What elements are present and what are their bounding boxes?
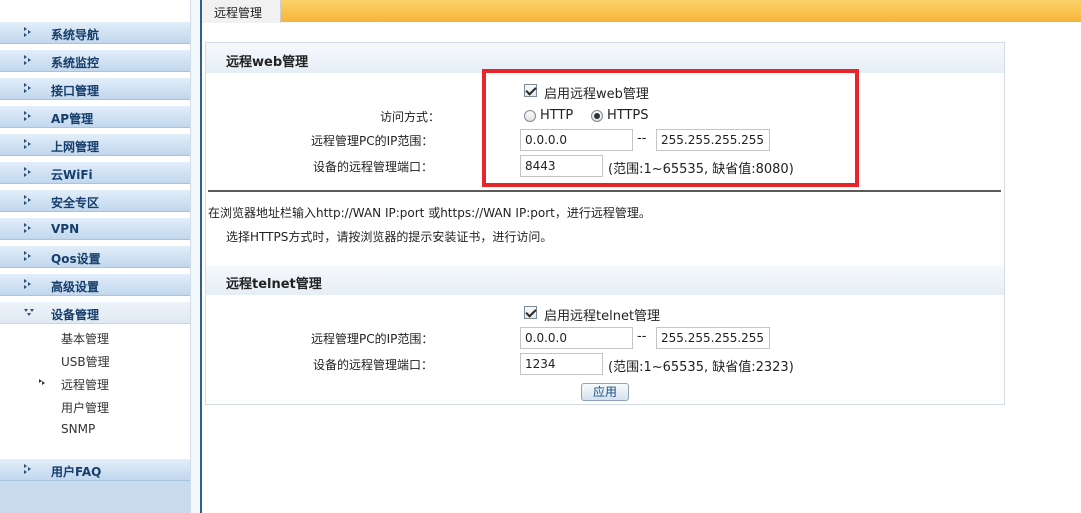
- access-mode-label: 访问方式：: [380, 110, 441, 124]
- sidebar-item-label: 用户FAQ: [51, 465, 102, 479]
- note-line-2: 选择HTTPS方式时，请按浏览器的提示安装证书，进行访问。: [226, 230, 553, 244]
- sidebar-item-label: 系统导航: [51, 28, 100, 42]
- sidebar-subitem-snmp[interactable]: SNMP: [61, 422, 95, 436]
- ip-range-label: 远程管理PC的IP范围：: [311, 134, 434, 148]
- expand-arrow-icon: [24, 464, 34, 475]
- enable-telnet-checkbox[interactable]: [524, 306, 537, 319]
- sidebar-item-label: 安全专区: [51, 196, 100, 210]
- apply-button[interactable]: 应用: [581, 383, 629, 401]
- sidebar-item-qos[interactable]: Qos设置: [0, 246, 190, 268]
- sidebar-item-device[interactable]: 设备管理: [0, 302, 190, 324]
- sidebar-subitem-remote[interactable]: 远程管理: [61, 376, 109, 393]
- tab-bar: [202, 0, 1081, 22]
- port-label: 设备的远程管理端口：: [313, 358, 434, 372]
- tab-label: 远程管理: [214, 6, 263, 20]
- sidebar-item-label: AP管理: [51, 112, 94, 126]
- sidebar-item-label: 接口管理: [51, 84, 100, 98]
- telnet-port-input[interactable]: [520, 353, 603, 375]
- sidebar-item-label: VPN: [51, 222, 80, 236]
- sidebar-subitem-basic[interactable]: 基本管理: [61, 330, 109, 347]
- port-label: 设备的远程管理端口：: [313, 160, 434, 174]
- expand-arrow-icon: [24, 251, 34, 262]
- current-arrow-icon: [39, 379, 45, 387]
- highlight-box: [482, 69, 859, 187]
- section-header-telnet: 远程telnet管理: [206, 265, 1004, 295]
- sidebar-item-advanced[interactable]: 高级设置: [0, 274, 190, 296]
- sidebar-item-label: 设备管理: [51, 308, 100, 322]
- expand-arrow-icon: [24, 223, 34, 234]
- enable-telnet-label: 启用远程telnet管理: [544, 309, 661, 324]
- sidebar-item-cloud-wifi[interactable]: 云WiFi: [0, 162, 190, 184]
- sidebar-item-ap[interactable]: AP管理: [0, 106, 190, 128]
- sidebar-item-label: 高级设置: [51, 280, 100, 294]
- telnet-ip-end-input[interactable]: [656, 327, 770, 349]
- section-title: 远程web管理: [226, 55, 309, 70]
- expand-arrow-icon: [24, 195, 34, 206]
- sidebar-item-system-nav[interactable]: 系统导航: [0, 22, 190, 44]
- expand-arrow-icon: [24, 167, 34, 178]
- sidebar-bottom: [0, 481, 190, 513]
- collapse-arrow-icon: [24, 307, 34, 318]
- ip-range-label: 远程管理PC的IP范围：: [311, 332, 434, 346]
- sidebar-item-interface[interactable]: 接口管理: [0, 78, 190, 100]
- expand-arrow-icon: [24, 111, 34, 122]
- sidebar-item-system-monitor[interactable]: 系统监控: [0, 50, 190, 72]
- sidebar-divider: [200, 0, 202, 513]
- sidebar-item-label: 系统监控: [51, 56, 100, 70]
- sidebar-item-internet[interactable]: 上网管理: [0, 134, 190, 156]
- expand-arrow-icon: [24, 55, 34, 66]
- sidebar-strip: [190, 0, 200, 513]
- expand-arrow-icon: [24, 139, 34, 150]
- range-separator: --: [637, 329, 647, 344]
- telnet-ip-start-input[interactable]: [520, 327, 633, 349]
- note-line-1: 在浏览器地址栏输入http://WAN IP:port 或https://WAN…: [208, 206, 651, 220]
- port-hint: (范围:1~65535, 缺省值:2323): [608, 360, 794, 375]
- sidebar-subitem-users[interactable]: 用户管理: [61, 399, 109, 416]
- sidebar-item-faq[interactable]: 用户FAQ: [0, 459, 190, 481]
- sidebar-item-security[interactable]: 安全专区: [0, 190, 190, 212]
- section-divider: [208, 190, 1001, 192]
- sidebar-item-label: Qos设置: [51, 252, 101, 266]
- sidebar-item-vpn[interactable]: VPN: [0, 218, 190, 240]
- expand-arrow-icon: [24, 83, 34, 94]
- sidebar-item-label: 云WiFi: [51, 168, 93, 182]
- expand-arrow-icon: [24, 27, 34, 38]
- sidebar-item-label: 上网管理: [51, 140, 100, 154]
- section-title: 远程telnet管理: [226, 277, 322, 292]
- sidebar-subitem-usb[interactable]: USB管理: [61, 353, 110, 370]
- expand-arrow-icon: [24, 279, 34, 290]
- tab-remote-management[interactable]: 远程管理: [202, 0, 281, 23]
